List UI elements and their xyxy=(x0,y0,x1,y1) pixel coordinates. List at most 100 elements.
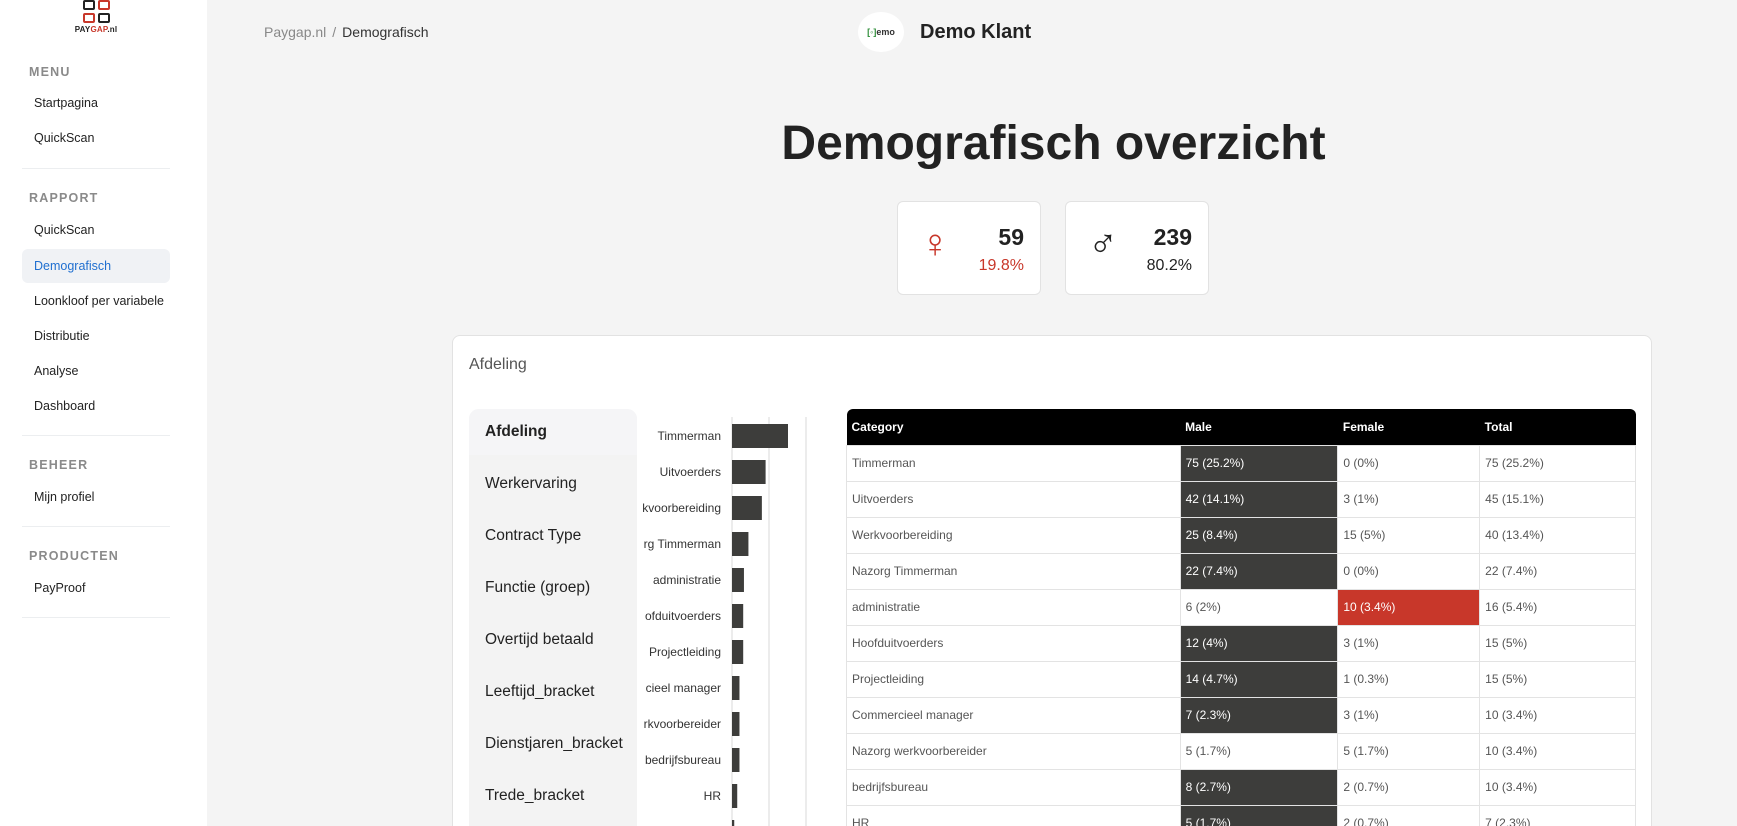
chart-bar[interactable] xyxy=(732,748,740,772)
sidebar-item-mijn-profiel[interactable]: Mijn profiel xyxy=(22,480,170,514)
table-row: Nazorg Timmerman 22 (7.4%) 0 (0%) 22 (7.4%) xyxy=(846,552,1636,590)
table-cell-female: 0 (0%) xyxy=(1337,444,1481,482)
variable-tab-functie-groep[interactable]: Functie (groep) xyxy=(469,565,637,611)
column-header-female[interactable]: Female xyxy=(1337,409,1480,445)
variable-tab-trede-bracket[interactable]: Trede_bracket xyxy=(469,773,637,819)
table-cell-total: 7 (2.3%) xyxy=(1479,804,1636,826)
table-cell-female: 3 (1%) xyxy=(1337,624,1481,662)
table-row: Hoofduitvoerders 12 (4%) 3 (1%) 15 (5%) xyxy=(846,624,1636,662)
chart-bar[interactable] xyxy=(732,820,735,826)
female-count: 59 xyxy=(998,224,1024,250)
male-icon: ♂ xyxy=(1088,222,1118,266)
column-header-male[interactable]: Male xyxy=(1180,409,1338,445)
variable-tab-leeftijd-bracket[interactable]: Leeftijd_bracket xyxy=(469,669,637,715)
chart-bar[interactable] xyxy=(732,460,766,484)
female-icon: ♀ xyxy=(920,222,950,266)
department-table: Category Male Female Total Timmerman 75 (25.… xyxy=(846,409,1636,826)
section-heading-beheer: BEHEER xyxy=(29,458,89,472)
variable-tab-afdeling[interactable]: Afdeling xyxy=(469,409,637,455)
chart-bar[interactable] xyxy=(732,568,744,592)
table-cell-male: 8 (2.7%) xyxy=(1179,768,1339,806)
chart-bar[interactable] xyxy=(732,532,749,556)
table-row: Commercieel manager 7 (2.3%) 3 (1%) 10 (3.4… xyxy=(846,696,1636,734)
chart-category-label: Projectleiding xyxy=(649,645,721,659)
client-name: Demo Klant xyxy=(920,20,1032,43)
sidebar-item-dashboard[interactable]: Dashboard xyxy=(22,389,170,423)
table-cell-male: 25 (8.4%) xyxy=(1179,516,1339,554)
sidebar-item-payproof[interactable]: PayProof xyxy=(22,571,170,605)
table-cell-category: Hoofduitvoerders xyxy=(846,624,1181,662)
logo-text: PAYGAP.nl xyxy=(74,25,118,34)
chart-category-label: rkvoorbereider xyxy=(644,717,721,731)
sidebar-item-loonkloof-per-variabele[interactable]: Loonkloof per variabele xyxy=(22,284,170,318)
table-cell-female: 15 (5%) xyxy=(1337,516,1481,554)
table-cell-total: 22 (7.4%) xyxy=(1479,552,1636,590)
chart-bar[interactable] xyxy=(732,496,762,520)
sidebar-divider xyxy=(22,617,170,618)
chart-category-label: kvoorbereiding xyxy=(643,501,721,515)
column-header-total[interactable]: Total xyxy=(1479,409,1636,445)
sidebar-item-demografisch[interactable]: Demografisch xyxy=(22,249,170,283)
variable-tab-contract-type[interactable]: Contract Type xyxy=(469,513,637,559)
table-cell-male: 42 (14.1%) xyxy=(1179,480,1339,518)
variable-tab-werkervaring[interactable]: Werkervaring xyxy=(469,461,637,507)
chart-bar[interactable] xyxy=(732,712,740,736)
table-cell-category: Nazorg werkvoorbereider xyxy=(846,732,1181,770)
chart-category-label: administratie xyxy=(653,573,721,587)
table-cell-female: 3 (1%) xyxy=(1337,696,1481,734)
table-cell-total: 16 (5.4%) xyxy=(1479,588,1636,626)
table-row: HR 5 (1.7%) 2 (0.7%) 7 (2.3%) xyxy=(846,804,1636,826)
variable-tab-dienstjaren-bracket[interactable]: Dienstjaren_bracket xyxy=(469,721,637,767)
chart-category-label: ofduitvoerders xyxy=(645,609,721,623)
table-cell-category: HR xyxy=(846,804,1181,826)
table-cell-total: 10 (3.4%) xyxy=(1479,768,1636,806)
chart-bar[interactable] xyxy=(732,640,744,664)
male-percent: 80.2% xyxy=(1146,257,1192,274)
client-header: [◦] emo Demo Klant xyxy=(858,12,1031,52)
sidebar-item-analyse[interactable]: Analyse xyxy=(22,354,170,388)
chart-bar[interactable] xyxy=(732,784,738,808)
demographics-card: Afdeling Afdeling Werkervaring Contract Ty… xyxy=(452,335,1652,826)
column-header-category[interactable]: Category xyxy=(846,409,1181,445)
section-heading-rapport: RAPPORT xyxy=(29,191,99,205)
table-row: Uitvoerders 42 (14.1%) 3 (1%) 45 (15.1%) xyxy=(846,480,1636,518)
chart-category-label: bedrijfsbureau xyxy=(645,753,721,767)
sidebar-item-quickscan[interactable]: QuickScan xyxy=(22,213,170,247)
section-heading-producten: PRODUCTEN xyxy=(29,549,119,563)
table-cell-male: 14 (4.7%) xyxy=(1179,660,1339,698)
table-row: Nazorg werkvoorbereider 5 (1.7%) 5 (1.7%) 1… xyxy=(846,732,1636,770)
male-stat-card: ♂ 239 80.2% xyxy=(1065,201,1209,295)
table-cell-total: 45 (15.1%) xyxy=(1479,480,1636,518)
breadcrumb-current: Demografisch xyxy=(342,24,429,40)
sidebar-item-startpagina[interactable]: Startpagina xyxy=(22,86,170,120)
table-cell-category: bedrijfsbureau xyxy=(846,768,1181,806)
table-cell-category: Werkvoorbereiding xyxy=(846,516,1181,554)
table-row: Timmerman 75 (25.2%) 0 (0%) 75 (25.2%) xyxy=(846,444,1636,482)
chart-category-label: Timmerman xyxy=(657,429,721,443)
table-cell-female: 3 (1%) xyxy=(1337,480,1481,518)
table-cell-category: Nazorg Timmerman xyxy=(846,552,1181,590)
female-percent: 19.8% xyxy=(978,257,1024,274)
chart-category-label: cieel manager xyxy=(646,681,721,695)
table-cell-male: 22 (7.4%) xyxy=(1179,552,1339,590)
sidebar-item-distributie[interactable]: Distributie xyxy=(22,319,170,353)
table-cell-female: 2 (0.7%) xyxy=(1337,768,1481,806)
chart-category-label: rg Timmerman xyxy=(644,537,721,551)
table-cell-total: 10 (3.4%) xyxy=(1479,696,1636,734)
table-cell-male: 12 (4%) xyxy=(1179,624,1339,662)
table-cell-total: 10 (3.4%) xyxy=(1479,732,1636,770)
table-cell-male: 6 (2%) xyxy=(1179,588,1339,626)
paygap-logo[interactable]: PAYGAP.nl xyxy=(68,0,124,40)
chart-bar[interactable] xyxy=(732,676,740,700)
table-cell-male: 5 (1.7%) xyxy=(1179,732,1339,770)
chart-bar[interactable] xyxy=(732,424,788,448)
table-row: Projectleiding 14 (4.7%) 1 (0.3%) 15 (5%) xyxy=(846,660,1636,698)
table-cell-category: Commercieel manager xyxy=(846,696,1181,734)
variable-list: Afdeling Werkervaring Contract Type Functie… xyxy=(469,409,637,826)
department-bar-chart: Timmerman Uitvoerders kvoorbereiding rg Tim… xyxy=(643,417,807,826)
breadcrumb-root-link[interactable]: Paygap.nl xyxy=(264,24,326,40)
table-cell-category: administratie xyxy=(846,588,1181,626)
chart-bar[interactable] xyxy=(732,604,744,628)
variable-tab-overtijd-betaald[interactable]: Overtijd betaald xyxy=(469,617,637,663)
table-cell-female: 1 (0.3%) xyxy=(1337,660,1481,698)
